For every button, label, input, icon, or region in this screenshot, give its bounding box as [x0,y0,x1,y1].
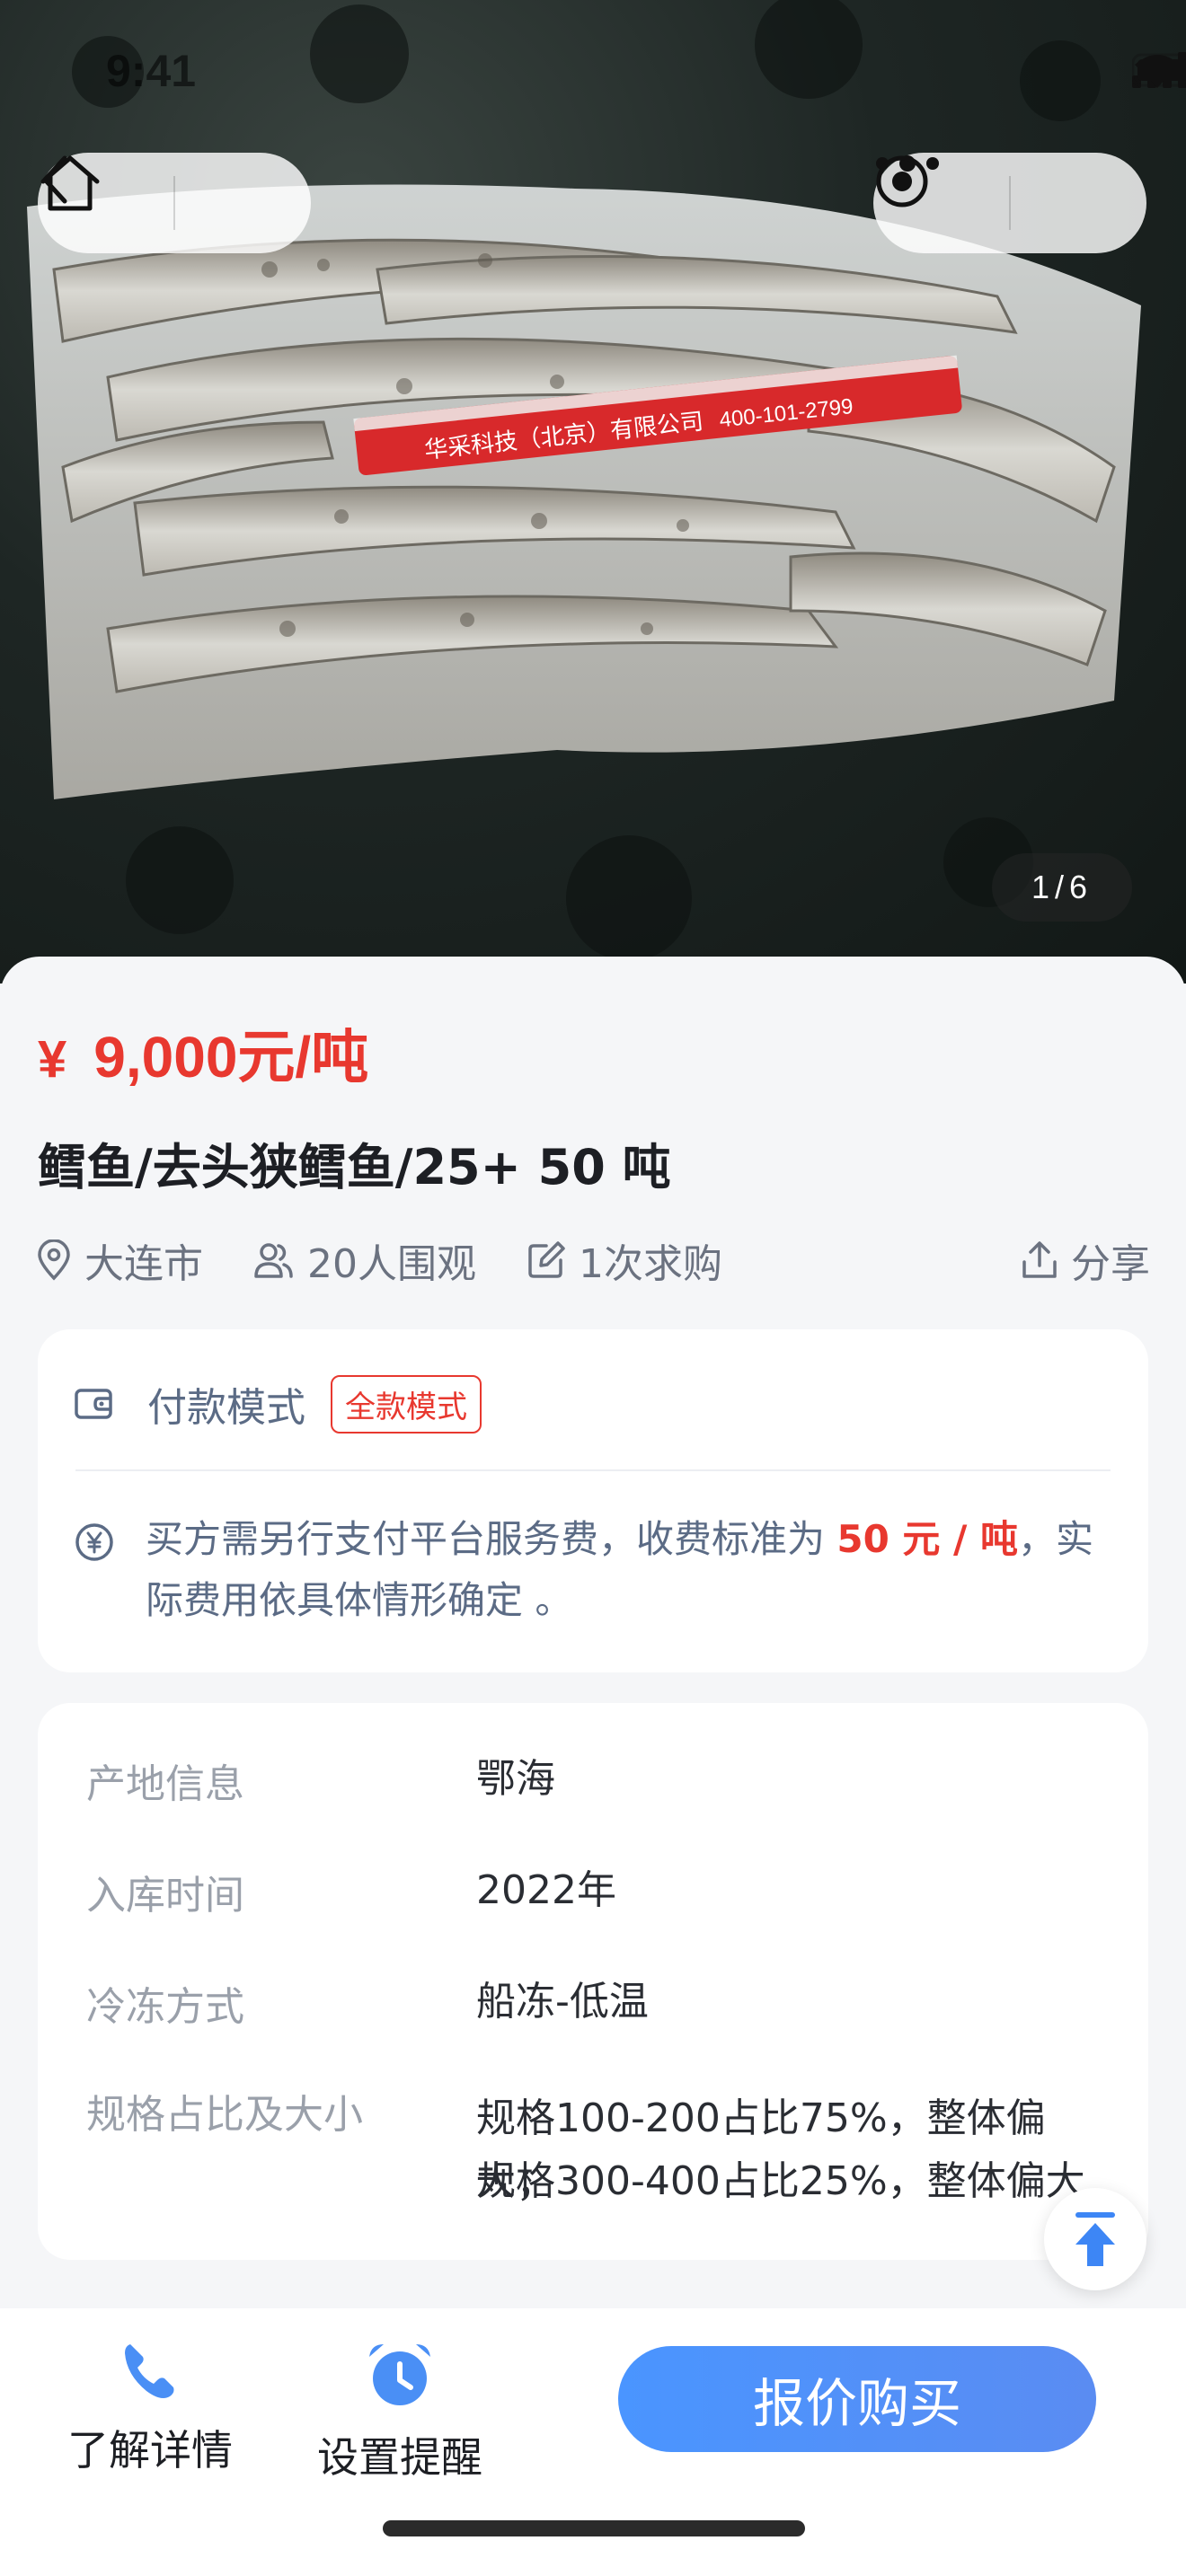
scroll-to-top-button[interactable] [1044,2188,1146,2290]
miniprogram-capsule [873,153,1146,253]
payment-mode-badge: 全款模式 [331,1374,482,1434]
price: ¥9,000元/吨 [38,1011,368,1094]
arrow-up-to-top-icon [1075,2212,1115,2266]
yen-coin-icon [75,1523,113,1561]
payment-mode-row: 付款模式 全款模式 [74,1372,482,1435]
viewers-meta: 20人围观 [253,1231,476,1289]
home-indicator [383,2520,805,2536]
product-detail-page: 华采科技（北京）有限公司 400-101-2799 9:41 1 / 6 ¥ 9… [0,0,1186,2576]
meta-row: 大连市 20人围观 1次求购 分享 [36,1229,1150,1292]
fish-photo: 华采科技（北京）有限公司 400-101-2799 [27,0,1141,961]
freeze-method-value: 船冻-低温 [476,1979,649,2025]
photo-current: 1 [1031,869,1055,905]
phone-icon [125,2344,174,2398]
quote-buy-button[interactable]: 报价购买 [618,2346,1096,2452]
product-title: 鳕鱼/去头狭鳕鱼/25+ 50 吨 [38,1139,671,1195]
alarm-clock-icon [369,2344,430,2405]
spec-value-line-2: 规格300-400占比25%，整体偏大 [476,2158,1085,2204]
product-info-card: 产地信息 鄂海 入库时间 2022年 冷冻方式 船冻-低温 规格占比及大小 规格… [38,1703,1148,2260]
edit-icon [528,1241,565,1278]
battery-icon [1132,53,1186,87]
learn-more-label: 了解详情 [67,2426,233,2475]
nav-capsule [38,153,311,253]
freeze-method-label: 冷冻方式 [86,1984,244,2030]
origin-value: 鄂海 [476,1756,555,1802]
share-text: 分享 [1071,1241,1150,1287]
payment-card: 付款模式 全款模式 买方需另行支付平台服务费，收费标准为 50 元 / 吨，实际… [38,1329,1148,1672]
product-photo-gallery[interactable]: 华采科技（北京）有限公司 400-101-2799 9:41 1 / 6 [0,0,1186,984]
divider [75,1469,1111,1471]
requests-meta: 1次求购 [527,1231,722,1289]
home-icon [40,155,100,211]
price-value: 9,000元/吨 [93,1025,369,1090]
location-meta: 大连市 [36,1231,203,1289]
learn-more-button[interactable]: 了解详情 [56,2339,244,2477]
set-reminder-button[interactable]: 设置提醒 [305,2339,494,2484]
price-symbol: ¥ [38,1030,67,1089]
wallet-icon [75,1389,112,1419]
requests-text: 1次求购 [579,1241,722,1287]
set-reminder-label: 设置提醒 [317,2433,482,2482]
share-icon [1022,1241,1057,1278]
close-miniprogram-button[interactable] [876,153,1146,253]
status-bar: 9:41 [0,0,1186,135]
fee-amount: 50 元 / 吨 [836,1517,1019,1561]
storage-time-value: 2022年 [476,1867,616,1913]
users-icon [254,1243,293,1278]
photo-separator: / [1054,869,1069,905]
share-button[interactable]: 分享 [1021,1231,1150,1289]
origin-label: 产地信息 [86,1761,244,1807]
viewers-text: 20人围观 [307,1241,476,1287]
location-pin-icon [38,1239,70,1281]
status-time: 9:41 [106,46,197,96]
home-button[interactable] [40,153,311,253]
storage-time-label: 入库时间 [86,1873,244,1919]
location-text: 大连市 [84,1241,203,1287]
payment-mode-label: 付款模式 [147,1385,305,1431]
photo-total: 6 [1069,869,1093,905]
target-close-icon [876,155,928,207]
photo-counter: 1 / 6 [992,853,1132,922]
fee-prefix: 买方需另行支付平台服务费，收费标准为 [146,1517,837,1561]
service-fee-note: 买方需另行支付平台服务费，收费标准为 50 元 / 吨，实际费用依具体情形确定 … [146,1509,1125,1631]
spec-label: 规格占比及大小 [86,2092,363,2138]
